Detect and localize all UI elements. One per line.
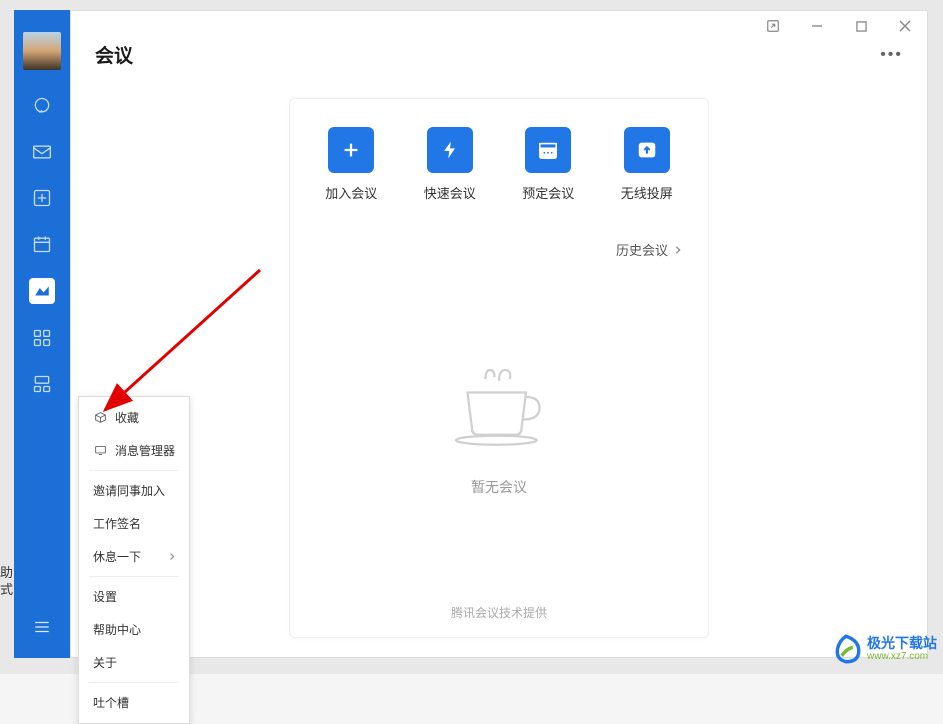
menu-settings[interactable]: 设置 xyxy=(79,580,189,613)
chat-icon[interactable] xyxy=(30,94,54,118)
popout-icon[interactable] xyxy=(761,14,785,38)
menu-separator xyxy=(89,576,179,577)
maximize-button[interactable] xyxy=(849,14,873,38)
menu-about[interactable]: 关于 xyxy=(79,646,189,679)
calendar-schedule-icon xyxy=(525,127,571,173)
menu-label: 设置 xyxy=(93,588,117,605)
footer-text: 腾讯会议技术提供 xyxy=(290,588,708,637)
menu-separator xyxy=(89,682,179,683)
menu-label: 收藏 xyxy=(115,409,139,426)
watermark-text: 极光下载站 www.xz7.com xyxy=(867,636,937,662)
action-row: 加入会议 快速会议 预定会议 xyxy=(290,99,708,222)
quick-meeting-button[interactable]: 快速会议 xyxy=(424,127,476,202)
menu-msg-manager[interactable]: 消息管理器 xyxy=(79,434,189,467)
action-label: 快速会议 xyxy=(424,183,476,202)
monitor-icon xyxy=(93,444,107,458)
minimize-button[interactable] xyxy=(805,14,829,38)
sidebar xyxy=(14,10,70,658)
action-label: 无线投屏 xyxy=(621,183,673,202)
mail-icon[interactable] xyxy=(30,140,54,164)
cube-icon xyxy=(93,411,107,425)
menu-label: 消息管理器 xyxy=(115,442,175,459)
action-label: 加入会议 xyxy=(325,183,377,202)
content: 加入会议 快速会议 预定会议 xyxy=(71,80,927,657)
menu-favorites[interactable]: 收藏 xyxy=(79,401,189,434)
empty-state: 暂无会议 xyxy=(290,269,708,588)
menu-label: 帮助中心 xyxy=(93,621,141,638)
chevron-right-icon xyxy=(169,552,175,561)
plus-icon xyxy=(328,127,374,173)
close-button[interactable] xyxy=(893,14,917,38)
menu-feedback[interactable]: 吐个槽 xyxy=(79,686,189,719)
main-window: 会议 ••• 加入会议 快速会议 xyxy=(70,10,928,658)
menu-invite[interactable]: 邀请同事加入 xyxy=(79,474,189,507)
cast-icon xyxy=(624,127,670,173)
menu-separator xyxy=(89,470,179,471)
menu-icon[interactable] xyxy=(33,619,51,640)
menu-label: 休息一下 xyxy=(93,548,141,565)
menu-label: 邀请同事加入 xyxy=(93,482,165,499)
menu-label: 吐个槽 xyxy=(93,694,129,711)
history-label: 历史会议 xyxy=(616,240,668,259)
watermark-url: www.xz7.com xyxy=(867,651,937,662)
menu-label: 工作签名 xyxy=(93,515,141,532)
join-meeting-button[interactable]: 加入会议 xyxy=(325,127,377,202)
watermark-logo-icon xyxy=(829,632,863,666)
bg-text: 式 xyxy=(0,579,13,598)
context-menu: 收藏 消息管理器 邀请同事加入 工作签名 休息一下 设置 帮助中心 关于 吐个槽 xyxy=(78,396,190,724)
watermark-name: 极光下载站 xyxy=(867,636,937,651)
calendar-icon[interactable] xyxy=(30,232,54,256)
history-row: 历史会议 xyxy=(290,222,708,269)
avatar[interactable] xyxy=(23,32,61,70)
schedule-meeting-button[interactable]: 预定会议 xyxy=(522,127,574,202)
meeting-card: 加入会议 快速会议 预定会议 xyxy=(289,98,709,638)
menu-signature[interactable]: 工作签名 xyxy=(79,507,189,540)
menu-label: 关于 xyxy=(93,654,117,671)
lightning-icon xyxy=(427,127,473,173)
apps-icon[interactable] xyxy=(30,326,54,350)
wireless-cast-button[interactable]: 无线投屏 xyxy=(621,127,673,202)
chevron-right-icon xyxy=(674,245,682,255)
action-label: 预定会议 xyxy=(522,183,574,202)
history-link[interactable]: 历史会议 xyxy=(616,240,682,259)
header: 会议 ••• xyxy=(71,41,927,80)
meeting-icon[interactable] xyxy=(29,278,55,304)
empty-text: 暂无会议 xyxy=(471,477,527,497)
page-title: 会议 xyxy=(95,41,133,68)
titlebar xyxy=(71,11,927,41)
more-button[interactable]: ••• xyxy=(880,46,903,64)
docs-icon[interactable] xyxy=(30,186,54,210)
menu-help[interactable]: 帮助中心 xyxy=(79,613,189,646)
sidebar-nav xyxy=(29,94,55,619)
watermark: 极光下载站 www.xz7.com xyxy=(829,632,937,666)
menu-rest[interactable]: 休息一下 xyxy=(79,540,189,573)
coffee-cup-icon xyxy=(444,361,554,451)
workbench-icon[interactable] xyxy=(30,372,54,396)
